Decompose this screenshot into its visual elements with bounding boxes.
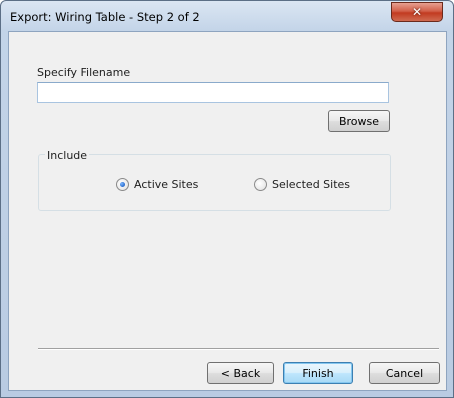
dialog-content: Specify Filename Browse Include Active S… — [8, 31, 447, 391]
active-sites-radio[interactable]: Active Sites — [116, 178, 198, 191]
title-bar[interactable]: Export: Wiring Table - Step 2 of 2 ✕ — [1, 1, 453, 31]
include-group-title: Include — [45, 149, 90, 162]
footer-separator — [38, 348, 439, 350]
selected-sites-label[interactable]: Selected Sites — [272, 178, 350, 191]
close-icon: ✕ — [411, 5, 423, 19]
cancel-button[interactable]: Cancel — [369, 362, 440, 384]
browse-button[interactable]: Browse — [328, 110, 390, 132]
window-title: Export: Wiring Table - Step 2 of 2 — [10, 10, 200, 24]
active-sites-label[interactable]: Active Sites — [134, 178, 198, 191]
selected-sites-radio[interactable]: Selected Sites — [254, 178, 350, 191]
filename-input[interactable] — [37, 82, 389, 103]
radio-unchecked-icon[interactable] — [254, 178, 267, 191]
close-button[interactable]: ✕ — [391, 2, 443, 22]
filename-label: Specify Filename — [37, 66, 131, 79]
finish-button[interactable]: Finish — [283, 362, 353, 384]
radio-checked-icon[interactable] — [116, 178, 129, 191]
back-button[interactable]: < Back — [207, 362, 274, 384]
export-dialog-window: Export: Wiring Table - Step 2 of 2 ✕ Spe… — [0, 0, 454, 398]
